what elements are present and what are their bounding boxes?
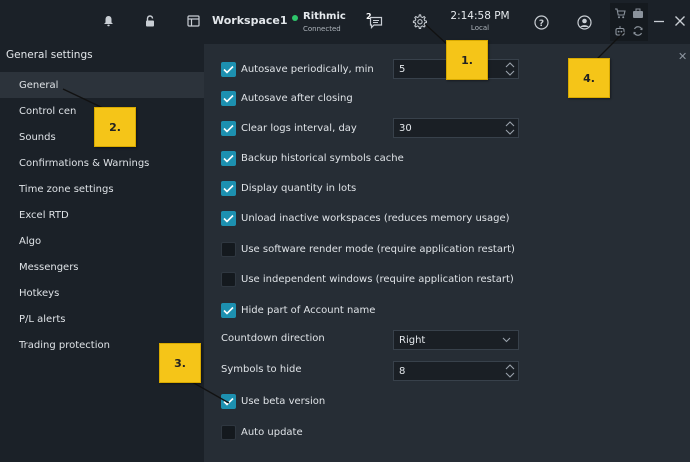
callout-3: 3. (159, 343, 201, 383)
autosave-after-closing-checkbox[interactable] (221, 90, 236, 106)
symbols-to-hide-stepper[interactable]: 8 (393, 361, 519, 381)
workspace-icon[interactable] (186, 14, 200, 28)
sidebar-item-label: Sounds (19, 131, 56, 143)
minimize-icon[interactable] (652, 14, 666, 28)
sidebar-item-hotkeys[interactable]: Hotkeys (0, 280, 204, 306)
sidebar-item-label: Algo (19, 235, 42, 247)
connection-state: Connected (303, 25, 341, 33)
callout-4: 4. (568, 58, 610, 98)
symbols-to-hide-label: Symbols to hide (221, 364, 302, 375)
sidebar-item-label: Excel RTD (19, 209, 69, 221)
sidebar-header: General settings (6, 49, 93, 61)
hide-account-setting: Hide part of Account name (221, 302, 375, 318)
quantity-in-lots-checkbox[interactable] (221, 180, 236, 196)
spinner-arrows-icon[interactable] (505, 120, 515, 136)
briefcase-icon[interactable] (630, 5, 646, 21)
robot-icon[interactable] (612, 23, 628, 39)
software-render-checkbox[interactable] (221, 241, 236, 257)
unload-workspaces-label: Unload inactive workspaces (reduces memo… (241, 212, 510, 224)
clock-zone: Local (470, 24, 490, 32)
hide-account-checkbox[interactable] (221, 302, 236, 318)
independent-windows-setting: Use independent windows (require applica… (221, 271, 514, 287)
cart-icon[interactable] (612, 5, 628, 21)
sidebar-item-label: Time zone settings (19, 183, 114, 195)
clear-logs-stepper[interactable]: 30 (393, 118, 519, 138)
sidebar-item-label: Trading protection (19, 339, 110, 351)
svg-text:?: ? (538, 19, 543, 29)
sidebar-item-pl-alerts[interactable]: P/L alerts (0, 306, 204, 332)
sync-icon[interactable] (630, 23, 646, 39)
independent-windows-label: Use independent windows (require applica… (241, 273, 514, 285)
auto-update-setting: Auto update (221, 424, 303, 440)
independent-windows-checkbox[interactable] (221, 271, 236, 287)
backup-cache-label: Backup historical symbols cache (241, 152, 404, 164)
auto-update-checkbox[interactable] (221, 424, 236, 440)
autosave-periodically-label: Autosave periodically, min (241, 63, 374, 75)
sidebar-item-label: P/L alerts (19, 313, 66, 325)
backup-cache-setting: Backup historical symbols cache (221, 150, 404, 166)
clear-logs-label: Clear logs interval, day (241, 122, 357, 134)
chevron-down-icon (502, 337, 511, 343)
autosave-after-closing-setting: Autosave after closing (221, 90, 353, 106)
connection-indicator (292, 15, 298, 21)
unload-workspaces-setting: Unload inactive workspaces (reduces memo… (221, 210, 510, 226)
beta-version-label: Use beta version (241, 395, 326, 407)
clock-time: 2:14:58 PM (450, 10, 510, 22)
gear-icon[interactable] (411, 13, 428, 30)
sidebar-item-time-zone[interactable]: Time zone settings (0, 176, 204, 202)
auto-update-label: Auto update (241, 426, 303, 438)
sidebar-item-label: Messengers (19, 261, 79, 273)
sidebar-item-general[interactable]: General (0, 72, 204, 98)
hide-account-label: Hide part of Account name (241, 304, 376, 316)
autosave-periodically-setting: Autosave periodically, min (221, 61, 374, 77)
beta-version-setting: Use beta version (221, 393, 325, 409)
workspace-name[interactable]: Workspace1 (212, 14, 288, 27)
autosave-interval-value: 5 (399, 63, 406, 75)
lock-icon[interactable] (143, 14, 157, 28)
countdown-direction-value: Right (399, 334, 426, 346)
sidebar-item-label: Confirmations & Warnings (19, 157, 150, 169)
spinner-arrows-icon[interactable] (505, 363, 515, 379)
software-render-setting: Use software render mode (require applic… (221, 241, 515, 257)
connection-name: Rithmic (303, 11, 346, 22)
countdown-direction-select[interactable]: Right (393, 330, 519, 350)
help-icon[interactable]: ? (533, 14, 549, 30)
clear-logs-checkbox[interactable] (221, 120, 236, 136)
sidebar-item-label: Control cen (19, 105, 77, 117)
close-icon[interactable] (673, 14, 687, 28)
callout-1: 1. (446, 40, 488, 80)
spinner-arrows-icon[interactable] (505, 61, 515, 77)
sidebar-item-confirmations[interactable]: Confirmations & Warnings (0, 150, 204, 176)
autosave-after-closing-label: Autosave after closing (241, 92, 353, 104)
top-bar: Workspace1 Rithmic Connected 2 2:14:58 P… (0, 0, 690, 44)
clear-logs-value: 30 (399, 122, 412, 134)
chat-icon[interactable] (368, 14, 384, 30)
clock: 2:14:58 PM Local (440, 10, 520, 32)
unload-workspaces-checkbox[interactable] (221, 210, 236, 226)
sidebar-item-messengers[interactable]: Messengers (0, 254, 204, 280)
countdown-direction-label: Countdown direction (221, 333, 325, 344)
clear-logs-setting: Clear logs interval, day (221, 120, 357, 136)
callout-2: 2. (94, 107, 136, 147)
software-render-label: Use software render mode (require applic… (241, 243, 515, 255)
user-icon[interactable] (576, 14, 592, 30)
tools-group (610, 3, 648, 41)
backup-cache-checkbox[interactable] (221, 150, 236, 166)
sidebar-item-label: General (19, 79, 59, 91)
quantity-in-lots-label: Display quantity in lots (241, 182, 357, 194)
sidebar-item-excel-rtd[interactable]: Excel RTD (0, 202, 204, 228)
bell-icon[interactable] (101, 14, 115, 28)
sidebar-item-algo[interactable]: Algo (0, 228, 204, 254)
quantity-in-lots-setting: Display quantity in lots (221, 180, 356, 196)
panel-close-icon[interactable]: ✕ (678, 50, 687, 63)
sidebar-item-label: Hotkeys (19, 287, 60, 299)
beta-version-checkbox[interactable] (221, 393, 236, 409)
symbols-to-hide-value: 8 (399, 365, 406, 377)
autosave-periodically-checkbox[interactable] (221, 61, 236, 77)
